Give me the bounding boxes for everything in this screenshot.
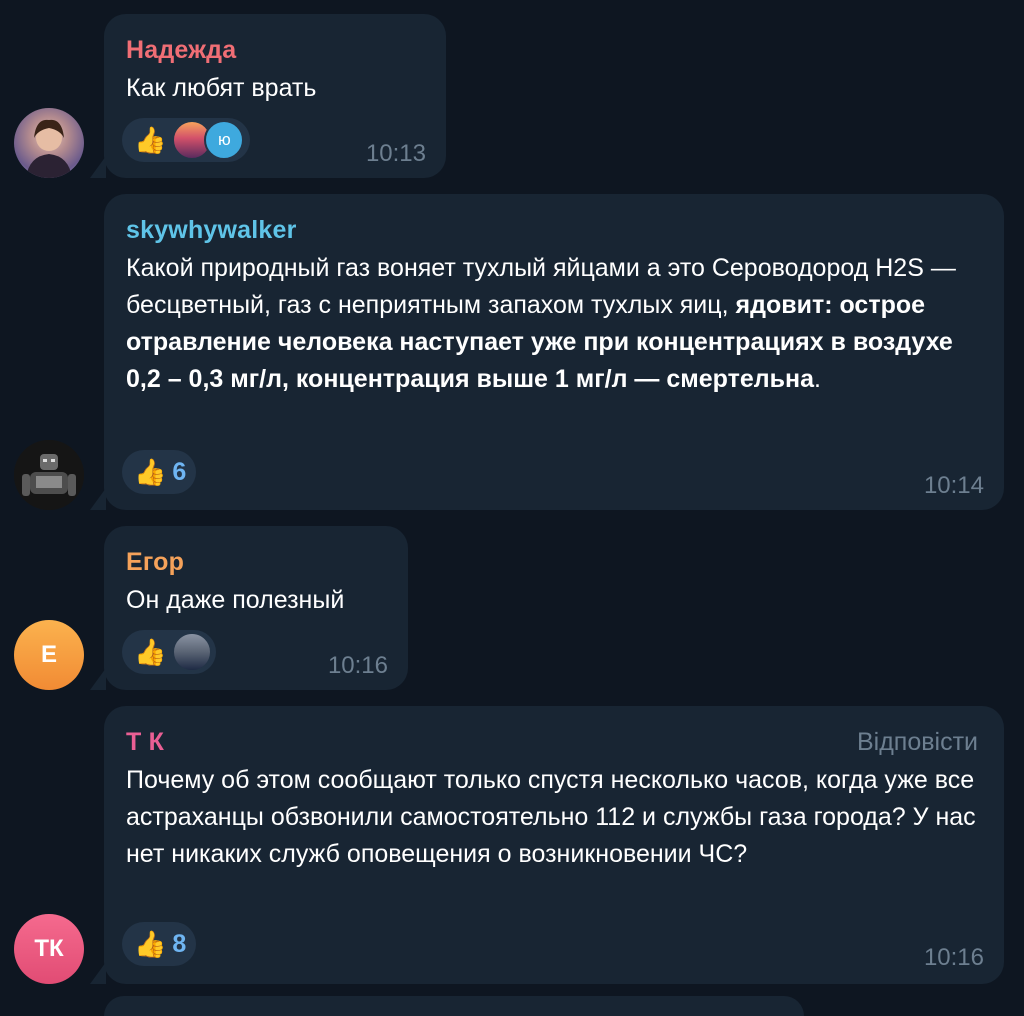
message-time: 10:13 — [365, 140, 426, 167]
user-avatar[interactable] — [14, 440, 84, 510]
sender-name[interactable]: Т К — [126, 726, 982, 758]
reactor-avatar — [172, 632, 213, 672]
user-avatar[interactable]: Е — [14, 620, 84, 690]
message-text: Он даже полезный — [126, 586, 345, 614]
user-avatar[interactable]: ТК — [14, 914, 84, 984]
user-avatar[interactable] — [14, 108, 84, 178]
reply-button[interactable]: Відповісти — [857, 728, 978, 757]
avatar-initials: ТК — [34, 935, 64, 962]
message-bubble[interactable]: skywhywalker Какой природный газ воняет … — [90, 194, 1004, 510]
message-time: 10:16 — [923, 944, 984, 971]
thumbs-up-icon: 👍 — [134, 929, 167, 959]
reaction-thumbs-up[interactable]: 👍 8 — [122, 922, 197, 966]
thumbs-up-icon: 👍 — [134, 125, 167, 155]
robot-avatar-icon — [14, 440, 84, 510]
message-time: 10:16 — [327, 652, 388, 679]
reactor-avatar: ю — [204, 120, 245, 160]
reaction-thumbs-up[interactable]: 👍 6 — [122, 450, 197, 494]
reaction-thumbs-up[interactable]: 👍 ю — [122, 118, 251, 162]
message-bubble[interactable]: Егор Он даже полезный 👍 10:16 — [90, 526, 408, 690]
reaction-count: 8 — [172, 929, 187, 958]
message-text: Какой природный газ воняет тухлый яйцами… — [126, 250, 986, 398]
message-bubble[interactable]: Надежда Как любят врать 👍 ю 10:13 — [90, 14, 446, 178]
reaction-count: 6 — [172, 457, 187, 486]
message-text: Как любят врать — [126, 74, 317, 102]
next-message-bubble[interactable] — [104, 996, 804, 1016]
sender-name[interactable]: Надежда — [126, 34, 424, 66]
reaction-thumbs-up[interactable]: 👍 — [122, 630, 217, 674]
avatar-initials: Е — [40, 641, 57, 668]
thumbs-up-icon: 👍 — [134, 457, 167, 487]
avatar-photo-icon — [26, 119, 72, 178]
message-text: Почему об этом сообщают только спустя не… — [126, 766, 976, 868]
sender-name[interactable]: Егор — [126, 546, 386, 578]
reactor-avatar-letter: ю — [218, 130, 231, 149]
message-time: 10:14 — [923, 472, 984, 499]
sender-name[interactable]: skywhywalker — [126, 214, 982, 246]
message-bubble[interactable]: Т К Відповісти Почему об этом сообщают т… — [90, 706, 1004, 984]
message-text-end: . — [814, 365, 821, 393]
thumbs-up-icon: 👍 — [134, 637, 167, 667]
